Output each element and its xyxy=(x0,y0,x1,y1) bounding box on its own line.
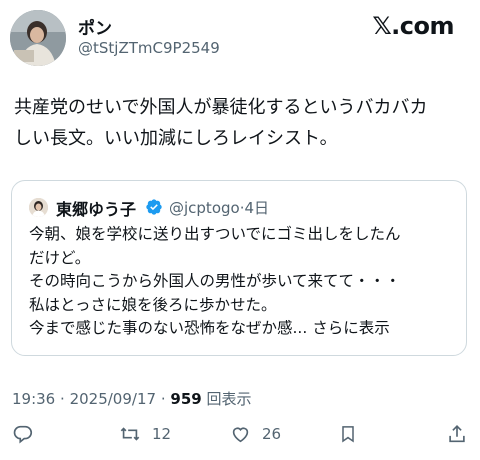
share-button[interactable] xyxy=(446,423,468,445)
verified-badge-icon xyxy=(145,198,163,220)
quoted-line: だけど。 xyxy=(29,248,91,267)
quoted-handle: @jcptogo xyxy=(169,199,240,217)
user-avatar-icon xyxy=(10,10,66,66)
quoted-line: 今まで感じた事のない恐怖をなぜか感... さらに表示 xyxy=(29,319,390,337)
like-button[interactable]: 26 xyxy=(229,423,281,445)
repost-button[interactable]: 12 xyxy=(118,423,171,445)
reply-button[interactable] xyxy=(12,423,34,445)
quoted-line: 私はとっさに娘を後ろに歩かせた。 xyxy=(29,295,277,314)
post-time[interactable]: 19:36 xyxy=(12,390,55,408)
meta-separator: · xyxy=(160,390,166,408)
view-count: 959 xyxy=(170,390,202,408)
quoted-post[interactable]: 東郷ゆう子 @jcptogo·4日 今朝、娘を学校に送り出すついでにゴミ出しをし… xyxy=(11,180,467,356)
quoted-author-name: 東郷ゆう子 xyxy=(56,200,137,219)
quoted-text: 今朝、娘を学校に送り出すついでにゴミ出しをしたん だけど。 その時向こうから外国… xyxy=(29,223,459,341)
quoted-age: 4日 xyxy=(244,199,270,217)
author-name[interactable]: ポン xyxy=(78,14,112,39)
bookmark-button[interactable] xyxy=(338,423,358,445)
heart-icon xyxy=(232,427,249,443)
quoted-line: その時向こうから外国人の男性が歩いて来てて・・・ xyxy=(29,272,401,290)
meta-separator: · xyxy=(60,390,65,408)
action-bar: 12 26 xyxy=(0,423,480,453)
post-text: 共産党のせいで外国人が暴徒化するというバカバカ しい長文。いい加減にしろレイシス… xyxy=(14,92,469,154)
author-avatar[interactable] xyxy=(10,10,66,66)
reply-icon xyxy=(13,425,33,444)
like-count: 26 xyxy=(262,425,282,443)
user-avatar-icon xyxy=(29,198,48,217)
view-label: 回表示 xyxy=(206,390,252,408)
quoted-line: 今朝、娘を学校に送り出すついでにゴミ出しをしたん xyxy=(29,225,401,243)
author-handle[interactable]: @tStjZTmC9P2549 xyxy=(78,39,220,57)
post-line: 共産党のせいで外国人が暴徒化するというバカバカ xyxy=(14,97,428,118)
share-icon xyxy=(449,425,465,443)
x-logo: 𝕏.com xyxy=(372,12,454,40)
post-date[interactable]: 2025/09/17 xyxy=(70,390,156,408)
quoted-avatar xyxy=(29,198,48,217)
repost-count: 12 xyxy=(152,425,172,443)
repost-icon xyxy=(120,427,140,441)
bookmark-icon xyxy=(342,426,354,443)
post-line: しい長文。いい加減にしろレイシスト。 xyxy=(14,128,338,149)
post-timestamp: 19:36 · 2025/09/17 · 959 回表示 xyxy=(12,388,252,409)
quoted-meta: @jcptogo·4日 xyxy=(169,197,269,218)
